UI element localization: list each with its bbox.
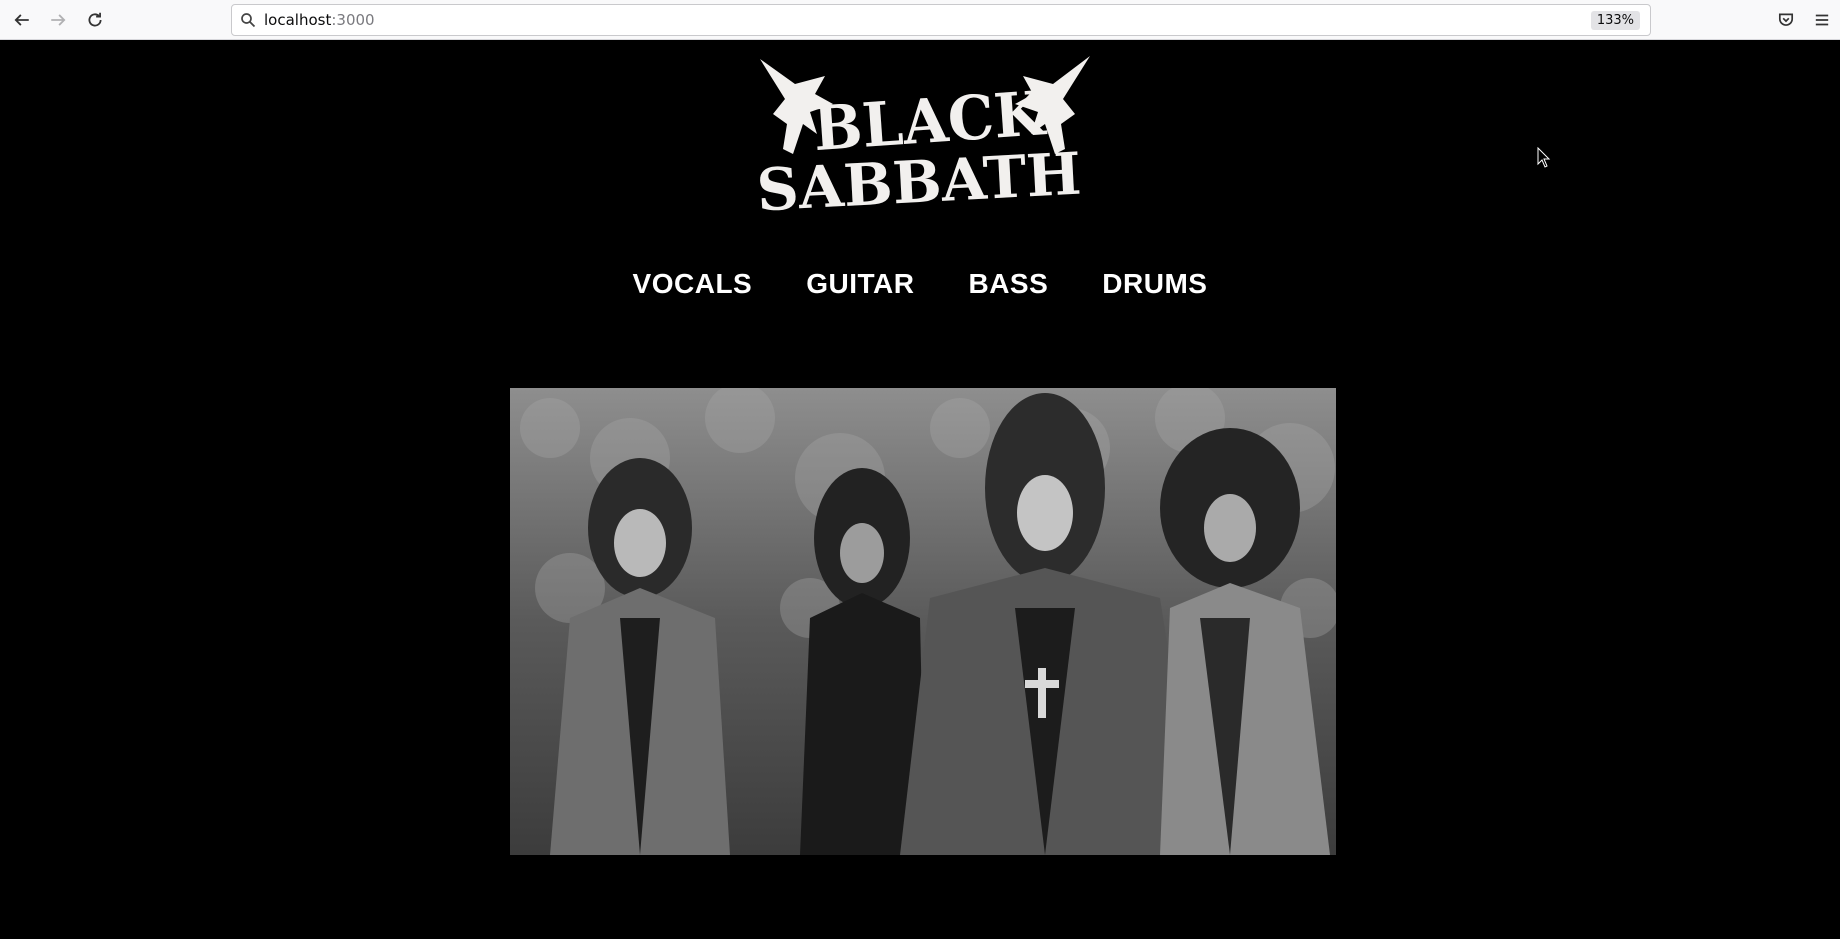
reload-icon [88, 12, 102, 27]
back-arrow-icon [14, 14, 29, 26]
pocket-icon [1778, 13, 1794, 26]
zoom-level-badge[interactable]: 133% [1590, 11, 1640, 30]
nav-drums-link[interactable]: DRUMS [1102, 268, 1207, 300]
url-bar[interactable]: localhost:3000 133% [231, 4, 1651, 36]
url-port: :3000 [331, 11, 375, 29]
instrument-nav: VOCALS GUITAR BASS DRUMS [0, 268, 1840, 300]
search-icon [241, 13, 256, 28]
nav-bass-link[interactable]: BASS [968, 268, 1048, 300]
menu-button[interactable] [1808, 6, 1836, 34]
forward-button[interactable] [44, 6, 72, 34]
forward-arrow-icon [51, 14, 66, 26]
reload-button[interactable] [81, 6, 109, 34]
hamburger-menu-icon [1815, 14, 1829, 26]
pocket-button[interactable] [1772, 6, 1800, 34]
band-photo [510, 388, 1336, 855]
browser-toolbar: localhost:3000 133% [0, 0, 1840, 40]
nav-guitar-link[interactable]: GUITAR [806, 268, 914, 300]
url-host: localhost [264, 11, 332, 29]
mouse-cursor-icon [1537, 147, 1551, 168]
logo-sabbath-text: SABBATH [755, 140, 1083, 220]
page-content: BLACK SABBATH VOCALS GUITAR BASS DRUMS [0, 40, 1840, 939]
band-logo[interactable]: BLACK SABBATH [755, 54, 1095, 224]
back-button[interactable] [8, 6, 36, 34]
nav-vocals-link[interactable]: VOCALS [633, 268, 753, 300]
url-text[interactable]: localhost:3000 [264, 11, 375, 29]
